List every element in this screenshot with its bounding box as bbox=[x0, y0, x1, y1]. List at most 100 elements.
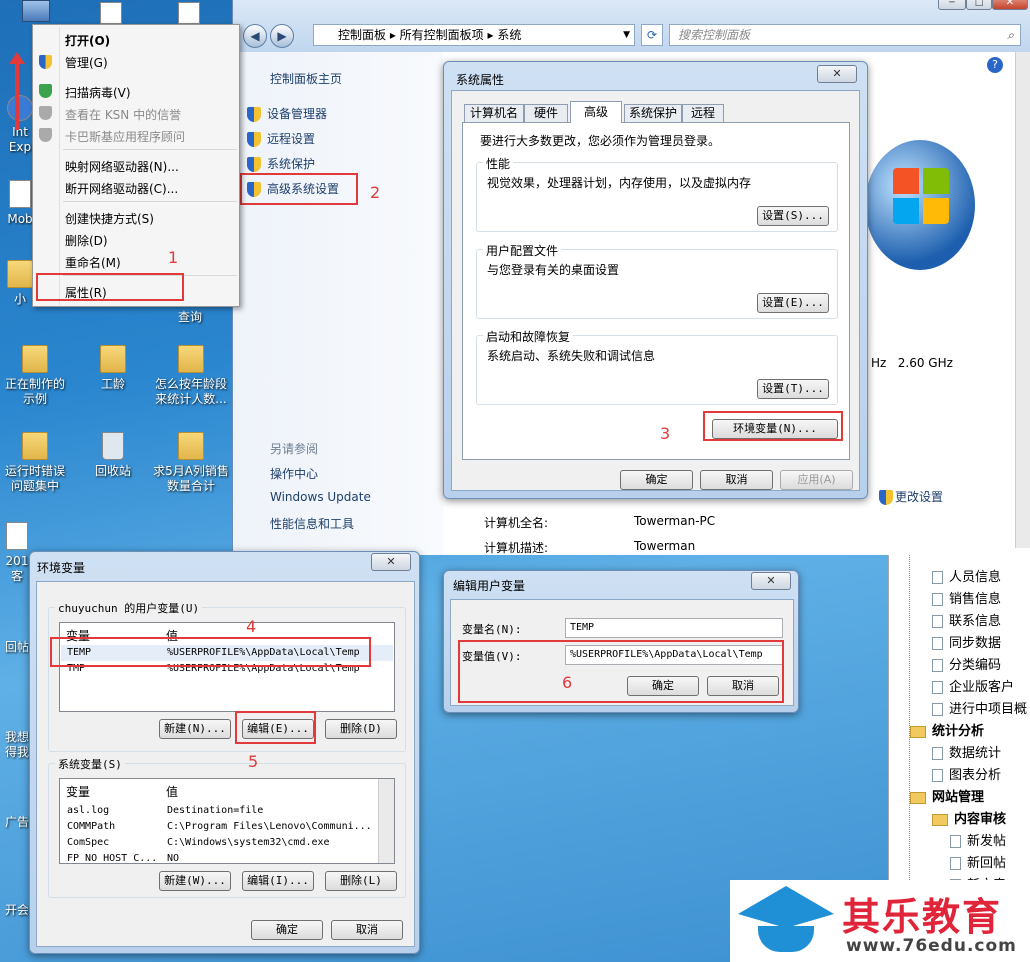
close-icon: ✕ bbox=[386, 555, 396, 568]
tree-item[interactable]: 内容审核 bbox=[932, 808, 1006, 827]
tree-item[interactable]: 统计分析 bbox=[910, 720, 984, 739]
desktop-icon-folder-errors[interactable]: 运行时错误问题集中 bbox=[0, 432, 70, 494]
ok-button[interactable]: 确定 bbox=[251, 920, 323, 940]
startup-settings-button[interactable]: 设置(T)... bbox=[757, 379, 829, 399]
menu-map-drive[interactable]: 映射网络驱动器(N)... bbox=[65, 158, 179, 175]
user-new-button[interactable]: 新建(N)... bbox=[159, 719, 231, 739]
tab-hardware[interactable]: 硬件 bbox=[524, 104, 568, 122]
tree-item[interactable]: 网站管理 bbox=[910, 786, 984, 805]
tab-system-protection[interactable]: 系统保护 bbox=[624, 104, 682, 122]
tree-item[interactable]: 企业版客户 bbox=[932, 676, 1014, 695]
sidebar-link-device-manager[interactable]: 设备管理器 bbox=[247, 105, 327, 122]
variable-name-input[interactable]: TEMP bbox=[565, 618, 783, 638]
desktop-icon-folder-example[interactable]: 正在制作的示例 bbox=[0, 345, 70, 407]
context-menu: 打开(O) 管理(G) 扫描病毒(V) 查看在 KSN 中的信誉 卡巴斯基应用程… bbox=[32, 24, 240, 307]
table-row[interactable]: asl.log Destination=file bbox=[61, 803, 377, 819]
cancel-button[interactable]: 取消 bbox=[700, 470, 773, 490]
breadcrumb-2[interactable]: 系统 bbox=[497, 28, 521, 42]
tab-advanced[interactable]: 高级 bbox=[570, 101, 622, 123]
table-row[interactable]: COMMPath C:\Program Files\Lenovo\Communi… bbox=[61, 819, 377, 835]
desktop-icon-folder-seniority[interactable]: 工龄 bbox=[78, 345, 148, 392]
tab-remote[interactable]: 远程 bbox=[682, 104, 724, 122]
close-button[interactable]: ✕ bbox=[817, 65, 857, 83]
desktop-icon-query[interactable]: 查询 bbox=[155, 310, 225, 325]
tree-item[interactable]: 销售信息 bbox=[932, 588, 1001, 607]
tree-item[interactable]: 图表分析 bbox=[932, 764, 1001, 783]
back-button[interactable]: ◀ bbox=[243, 24, 267, 48]
tree-item[interactable]: 联系信息 bbox=[932, 610, 1001, 629]
breadcrumb-0[interactable]: 控制面板 bbox=[338, 28, 386, 42]
menu-disconnect-drive[interactable]: 断开网络驱动器(C)... bbox=[65, 180, 178, 197]
desktop-icon-recycle-bin[interactable]: 回收站 bbox=[78, 432, 148, 479]
menu-scan-virus[interactable]: 扫描病毒(V) bbox=[65, 84, 131, 101]
close-button[interactable]: ✕ bbox=[751, 572, 791, 590]
tree-item[interactable]: 同步数据 bbox=[932, 632, 1001, 651]
tree-item[interactable]: 新回帖 bbox=[950, 852, 1006, 871]
system-new-button[interactable]: 新建(W)... bbox=[159, 871, 231, 891]
highlight-box-3 bbox=[703, 411, 843, 441]
menu-advisor[interactable]: 卡巴斯基应用程序顾问 bbox=[65, 128, 185, 145]
context-menu-gutter bbox=[59, 27, 60, 305]
desktop-icon-folder-sales[interactable]: 求5月A列销售数量合计 bbox=[152, 432, 230, 494]
tab-computer-name[interactable]: 计算机名 bbox=[464, 104, 524, 122]
cancel-button[interactable]: 取消 bbox=[331, 920, 403, 940]
maximize-button[interactable]: □ bbox=[966, 0, 992, 10]
tree-item[interactable]: 人员信息 bbox=[932, 566, 1001, 585]
tree-item[interactable]: 分类编码 bbox=[932, 654, 1001, 673]
search-icon[interactable]: ⌕ bbox=[1007, 25, 1014, 45]
watermark-url: www.76edu.com bbox=[846, 936, 1017, 956]
see-also-performance[interactable]: 性能信息和工具 bbox=[270, 515, 354, 532]
close-button[interactable]: ✕ bbox=[371, 553, 411, 571]
system-variables-scrollbar[interactable] bbox=[378, 779, 394, 863]
see-also-windows-update[interactable]: Windows Update bbox=[270, 490, 371, 504]
system-edit-button[interactable]: 编辑(I)... bbox=[242, 871, 314, 891]
desktop-icon-folder-age[interactable]: 怎么按年龄段来统计人数... bbox=[152, 345, 230, 407]
control-panel-scrollbar[interactable] bbox=[1015, 52, 1030, 548]
change-settings-link[interactable]: 更改设置 bbox=[879, 488, 943, 505]
menu-create-shortcut[interactable]: 创建快捷方式(S) bbox=[65, 210, 154, 227]
help-icon[interactable]: ? bbox=[987, 57, 1003, 73]
cpu-speed: Hz 2.60 GHz bbox=[871, 356, 953, 370]
row-name: ComSpec bbox=[67, 837, 110, 848]
search-input[interactable]: 搜索控制面板 ⌕ bbox=[669, 24, 1021, 46]
chevron-down-icon[interactable]: ▼ bbox=[623, 25, 630, 45]
minimize-button[interactable]: ─ bbox=[938, 0, 966, 10]
address-bar[interactable]: 控制面板 ▸ 所有控制面板项 ▸ 系统 ▼ bbox=[313, 24, 635, 46]
menu-ksn[interactable]: 查看在 KSN 中的信誉 bbox=[65, 106, 181, 123]
tree-item[interactable]: 进行中项目概 bbox=[932, 698, 1027, 717]
system-variables-table: 变量 值 asl.log Destination=file COMMPath C… bbox=[59, 778, 395, 864]
computer-icon[interactable] bbox=[22, 0, 50, 22]
table-row[interactable]: ComSpec C:\Windows\system32\cmd.exe bbox=[61, 835, 377, 851]
user-delete-button[interactable]: 删除(D) bbox=[325, 719, 397, 739]
computer-desc-value: Towerman bbox=[634, 539, 696, 553]
menu-delete[interactable]: 删除(D) bbox=[65, 232, 108, 249]
table-row[interactable]: FP_NO_HOST_C... NO bbox=[61, 851, 377, 863]
column-header-value[interactable]: 值 bbox=[166, 783, 178, 800]
sidebar-link-protection[interactable]: 系统保护 bbox=[247, 155, 315, 172]
close-button[interactable]: ✕ bbox=[992, 0, 1028, 10]
control-panel-home-link[interactable]: 控制面板主页 bbox=[270, 70, 342, 87]
column-header-variable[interactable]: 变量 bbox=[66, 783, 90, 800]
apply-button[interactable]: 应用(A) bbox=[780, 470, 853, 490]
menu-separator bbox=[63, 201, 237, 202]
performance-settings-button[interactable]: 设置(S)... bbox=[757, 206, 829, 226]
desktop-top-doc-icon[interactable] bbox=[178, 2, 200, 24]
tree-item-label: 进行中项目概 bbox=[949, 702, 1028, 717]
system-delete-button[interactable]: 删除(L) bbox=[325, 871, 397, 891]
ok-button[interactable]: 确定 bbox=[620, 470, 693, 490]
refresh-icon[interactable]: ⟳ bbox=[641, 24, 663, 46]
desktop-top-doc-icon[interactable] bbox=[100, 2, 122, 24]
forward-button[interactable]: ▶ bbox=[270, 24, 294, 48]
highlight-box-2 bbox=[240, 173, 358, 205]
tree-item[interactable]: 数据统计 bbox=[932, 742, 1001, 761]
see-also-action-center[interactable]: 操作中心 bbox=[270, 465, 318, 482]
breadcrumb-1[interactable]: 所有控制面板项 bbox=[400, 28, 484, 42]
sidebar-link-remote[interactable]: 远程设置 bbox=[247, 130, 315, 147]
tree-item[interactable]: 新发帖 bbox=[950, 830, 1006, 849]
profile-settings-button[interactable]: 设置(E)... bbox=[757, 293, 829, 313]
menu-rename[interactable]: 重命名(M) bbox=[65, 254, 121, 271]
menu-open[interactable]: 打开(O) bbox=[65, 32, 110, 49]
menu-manage[interactable]: 管理(G) bbox=[65, 54, 108, 71]
document-icon bbox=[932, 659, 943, 672]
tree-item-label: 新发帖 bbox=[967, 834, 1007, 849]
